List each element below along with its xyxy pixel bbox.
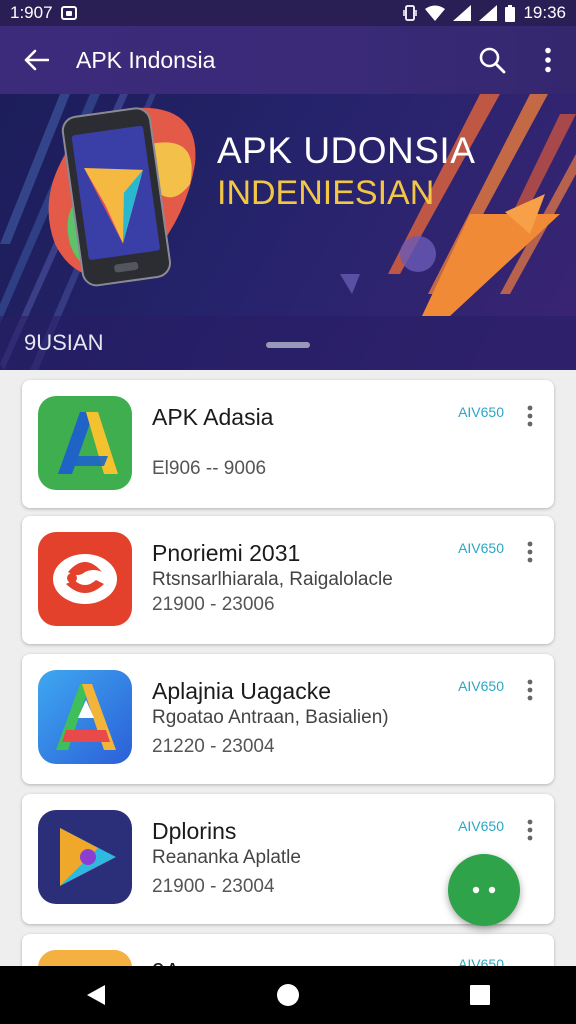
app-meta: 21900 - 23004 (152, 876, 275, 897)
recents-square-icon (470, 985, 490, 1005)
app-description: Rtsnsarlhiarala, Raigalolacle (152, 569, 393, 590)
status-time-right: 19:36 (523, 3, 566, 22)
colorful-a-logo-icon (38, 670, 132, 764)
app-badge: AIV650 (458, 818, 504, 834)
status-bar: 1:907 19:36 (0, 0, 576, 26)
android-fab-button[interactable] (448, 854, 520, 926)
more-vert-icon (527, 819, 533, 841)
banner-title: APK UDONSIA (217, 130, 476, 171)
orange-app-logo-icon (38, 950, 132, 966)
item-more-button[interactable] (520, 816, 540, 844)
search-button[interactable] (464, 26, 520, 94)
red-app-logo-icon (38, 532, 132, 626)
list-item[interactable]: Pnoriemi 2031 Rtsnsarlhiarala, Raigalola… (22, 516, 554, 644)
drag-handle[interactable] (266, 342, 310, 348)
app-badge: AIV650 (458, 404, 504, 420)
status-time-left: 1:907 (10, 3, 53, 22)
app-title: APK Indonsia (76, 46, 216, 73)
nav-back-button[interactable] (56, 966, 136, 1024)
app-name: 9A (152, 958, 180, 966)
app-description: Rgoatao Antraan, Basialien) (152, 707, 389, 728)
wifi-icon (425, 5, 446, 21)
nav-recents-button[interactable] (440, 966, 520, 1024)
app-meta: 21900 - 23006 (152, 594, 275, 615)
item-more-button[interactable] (520, 538, 540, 566)
app-badge: AIV650 (458, 956, 504, 966)
status-left: 1:907 (10, 3, 77, 23)
app-badge: AIV650 (458, 540, 504, 556)
item-more-button[interactable] (520, 676, 540, 704)
promo-banner[interactable]: APK UDONSIA INDENIESIAN 9USIAN (0, 94, 576, 370)
system-nav-bar (0, 966, 576, 1024)
item-more-button[interactable] (520, 402, 540, 430)
home-circle-icon (277, 984, 299, 1006)
list-item[interactable]: APK Adasia El906 -- 9006 AIV650 (22, 380, 554, 508)
more-options-button[interactable] (520, 26, 576, 94)
back-arrow-icon (24, 49, 49, 71)
app-bar: APK Indonsia (0, 26, 576, 94)
app-name: APK Adasia (152, 404, 274, 430)
app-meta: 21220 - 23004 (152, 736, 275, 757)
battery-icon (505, 4, 516, 22)
play-triangle-logo-icon (38, 810, 132, 904)
search-icon (479, 47, 506, 74)
nav-home-button[interactable] (248, 966, 328, 1024)
list-item[interactable]: 9A AIV650 (22, 934, 554, 966)
app-description: Reananka Aplatle (152, 847, 301, 868)
banner-subtitle: INDENIESIAN (217, 174, 435, 212)
signal-2-icon (479, 5, 498, 21)
more-vert-icon (545, 47, 551, 73)
app-name: Dplorins (152, 818, 237, 844)
more-vert-icon (527, 405, 533, 427)
signal-icon (453, 5, 472, 21)
app-name: Pnoriemi 2031 (152, 540, 301, 566)
green-a-logo-icon (38, 396, 132, 490)
more-vert-icon (527, 541, 533, 563)
back-button[interactable] (0, 26, 72, 94)
banner-label: 9USIAN (24, 330, 104, 355)
app-meta: El906 -- 9006 (152, 458, 267, 479)
app-badge: AIV650 (458, 678, 504, 694)
list-item[interactable]: Aplajnia Uagacke Rgoatao Antraan, Basial… (22, 654, 554, 784)
app-name: Aplajnia Uagacke (152, 678, 332, 704)
more-vert-icon (527, 679, 533, 701)
back-triangle-icon (87, 985, 105, 1005)
android-robot-icon (472, 866, 508, 894)
notification-icon (60, 6, 77, 20)
status-right: 19:36 (403, 3, 566, 23)
vibrate-icon (403, 5, 418, 21)
